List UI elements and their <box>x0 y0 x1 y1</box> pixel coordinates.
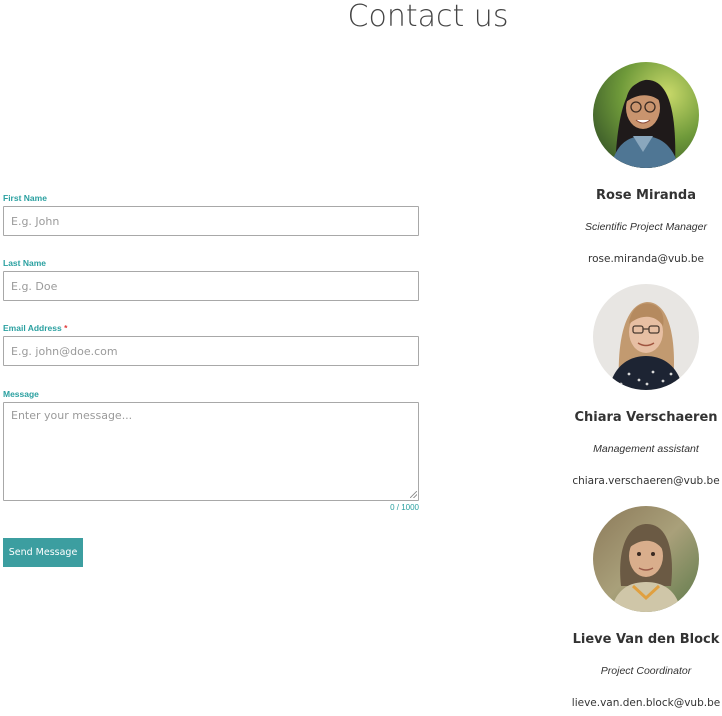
contact-role: Management assistant <box>593 443 699 455</box>
first-name-input[interactable] <box>3 206 419 236</box>
contact-page: Contact us First Name Last Name Email Ad… <box>0 0 722 716</box>
contact-name: Lieve Van den Block <box>572 632 720 647</box>
contact-email-link[interactable]: chiara.verschaeren@vub.be <box>570 474 722 488</box>
contact-card: Rose Miranda Scientific Project Manager … <box>570 62 722 266</box>
email-field-group: Email Address * <box>3 323 419 366</box>
message-label: Message <box>3 389 39 399</box>
avatar <box>593 62 699 168</box>
page-title: Contact us <box>347 0 509 34</box>
required-marker: * <box>64 323 68 333</box>
email-input[interactable] <box>3 336 419 366</box>
first-name-field-group: First Name <box>3 193 419 236</box>
person-photo-icon <box>593 284 699 390</box>
message-char-counter: 0 / 1000 <box>390 503 419 512</box>
email-label: Email Address * <box>3 323 419 334</box>
message-field-group: Message 0 / 1000 <box>3 389 419 512</box>
last-name-field-group: Last Name <box>3 258 419 301</box>
contact-role: Scientific Project Manager <box>585 221 707 233</box>
last-name-input[interactable] <box>3 271 419 301</box>
avatar <box>593 284 699 390</box>
send-message-button[interactable]: Send Message <box>3 538 83 567</box>
person-photo-icon <box>593 62 699 168</box>
contact-name: Chiara Verschaeren <box>574 410 718 425</box>
message-textarea[interactable] <box>3 402 419 501</box>
email-label-text: Email Address <box>3 323 62 333</box>
first-name-label: First Name <box>3 193 47 203</box>
contact-email-link[interactable]: rose.miranda@vub.be <box>570 252 722 266</box>
contact-card: Lieve Van den Block Project Coordinator … <box>570 506 722 710</box>
contact-email-link[interactable]: lieve.van.den.block@vub.be <box>570 696 722 710</box>
textarea-resize-handle[interactable] <box>410 491 417 498</box>
contact-card: Chiara Verschaeren Management assistant … <box>570 284 722 488</box>
avatar <box>593 506 699 612</box>
last-name-label: Last Name <box>3 258 46 268</box>
contact-name: Rose Miranda <box>596 188 696 203</box>
contact-role: Project Coordinator <box>600 665 692 677</box>
person-photo-icon <box>593 506 699 612</box>
